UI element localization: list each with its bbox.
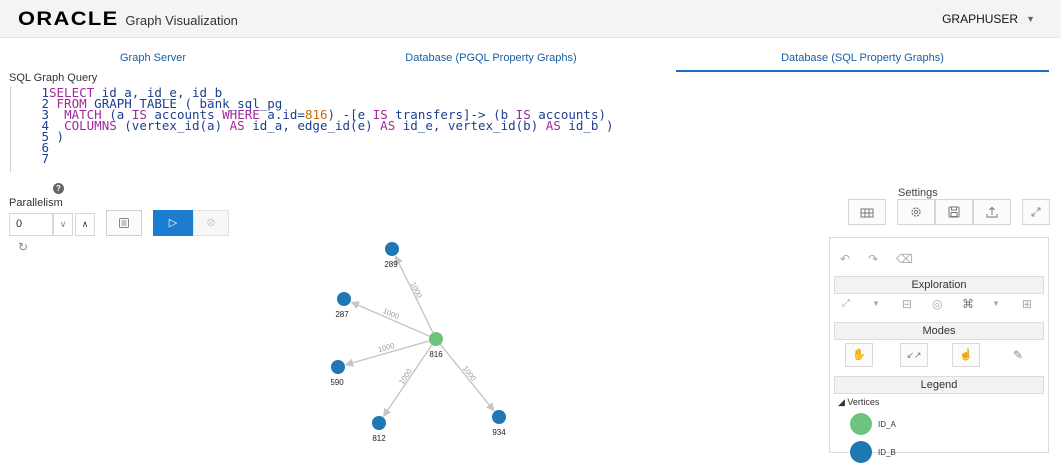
table-icon [860,208,874,218]
vertex-label: 934 [492,428,506,437]
legend-header[interactable]: Legend [834,376,1044,394]
tab-graph-server[interactable]: Graph Server [0,48,306,72]
group-options-caret-icon[interactable]: ▼ [992,299,1000,308]
tab-sql-property-graphs[interactable]: Database (SQL Property Graphs) [676,48,1049,72]
legend-swatch [850,413,872,435]
expand-button[interactable] [1022,199,1050,225]
settings-title: Settings [898,187,938,199]
legend-swatch [850,441,872,463]
refresh-icon[interactable]: ↻ [18,240,28,254]
eraser-icon[interactable]: ⌫ [896,252,913,266]
parallelism-input[interactable]: 0 [9,213,53,236]
graph-edge[interactable] [350,301,430,337]
code-line-4[interactable]: 4 COLUMNS (vertex_id(a) AS id_a, edge_id… [11,119,613,132]
expand-options-caret-icon[interactable]: ▼ [872,299,880,308]
collapse-node-icon[interactable]: ⊟ [902,297,912,311]
chevron-down-icon[interactable]: ∨ [53,213,73,236]
compress-mode-button[interactable]: ↙↗ [900,343,928,367]
edge-label: 1000 [377,341,396,354]
chevron-up-icon[interactable]: ∧ [75,213,95,236]
expand-node-icon[interactable]: ⤢ [842,298,850,309]
graph-vertex[interactable] [385,242,399,256]
undo-icon[interactable]: ↶ [840,252,850,266]
save-button[interactable] [935,199,973,225]
graph-vertex[interactable] [492,410,506,424]
graph-vertex[interactable] [331,360,345,374]
legend-item-id-b[interactable]: ID_B [850,441,896,463]
vertex-label: 812 [372,434,386,443]
graph-vertex[interactable] [372,416,386,430]
cancel-query-button[interactable]: ⊘ [193,210,229,236]
format-icon [119,218,129,228]
table-view-button[interactable] [848,199,886,225]
modes-header[interactable]: Modes [834,322,1044,340]
user-name[interactable]: GRAPHUSER [942,12,1018,26]
edit-icon[interactable]: ✎ [1013,348,1023,362]
tab-pgql-property-graphs[interactable]: Database (PGQL Property Graphs) [306,48,676,72]
hand-icon: ✋ [852,349,866,361]
query-editor[interactable]: 1SELECT id_a, id_e, id_b 2 FROM GRAPH_TA… [10,86,710,172]
graph-side-panel: ↶ ↷ ⌫ Exploration ⤢ ▼ ⊟ ◎ ⌘ ▼ ⊞ Modes ✋ … [829,237,1049,463]
exploration-header[interactable]: Exploration [834,276,1044,294]
save-icon [948,206,960,218]
export-button[interactable] [973,199,1011,225]
caret-down-icon[interactable]: ▼ [1026,14,1035,24]
legend-vertices[interactable]: ◢ Vertices [838,397,879,408]
run-query-button[interactable]: ▷ [153,210,193,236]
export-icon [986,206,998,218]
app-title: Graph Visualization [125,13,238,28]
compress-icon: ↙↗ [906,350,922,360]
vertex-label: 289 [384,260,398,269]
query-label: SQL Graph Query [9,72,98,84]
legend-item-id-a[interactable]: ID_A [850,413,896,435]
top-bar: ORACLE Graph Visualization GRAPHUSER ▼ [0,0,1061,38]
edge-label: 1000 [409,280,424,299]
graph-canvas[interactable]: 1000100010001000 1000816289287590812934 [300,235,540,453]
format-query-button[interactable] [106,210,142,236]
code-line-5[interactable]: 5 ) [11,130,64,143]
settings-button[interactable] [897,199,935,225]
pointer-icon: ☝ [959,349,973,361]
datasource-tabs: Graph Server Database (PGQL Property Gra… [0,48,1061,72]
brand: ORACLE Graph Visualization [18,9,238,31]
group-node-icon[interactable]: ⌘ [962,297,974,311]
graph-vertex[interactable] [337,292,351,306]
focus-node-icon[interactable]: ◎ [932,297,942,311]
gear-icon [911,207,921,217]
oracle-logo: ORACLE [18,9,119,30]
parallelism-label: Parallelism [9,197,63,209]
graph-vertex-center[interactable] [429,332,443,346]
user-menu[interactable]: GRAPHUSER ▼ [942,12,1035,26]
hand-mode-button[interactable]: ✋ [845,343,873,367]
redo-icon[interactable]: ↷ [868,252,878,266]
vertex-label: 590 [330,378,344,387]
play-icon: ▷ [168,217,178,229]
help-icon[interactable]: ? [53,183,64,194]
code-line-7[interactable]: 7 [11,152,49,165]
vertex-label: 287 [335,310,349,319]
ungroup-node-icon[interactable]: ⊞ [1022,297,1032,311]
vertex-label: 816 [429,350,443,359]
expand-icon [1031,207,1041,217]
cancel-icon: ⊘ [206,217,216,229]
pointer-mode-button[interactable]: ☝ [952,343,980,367]
